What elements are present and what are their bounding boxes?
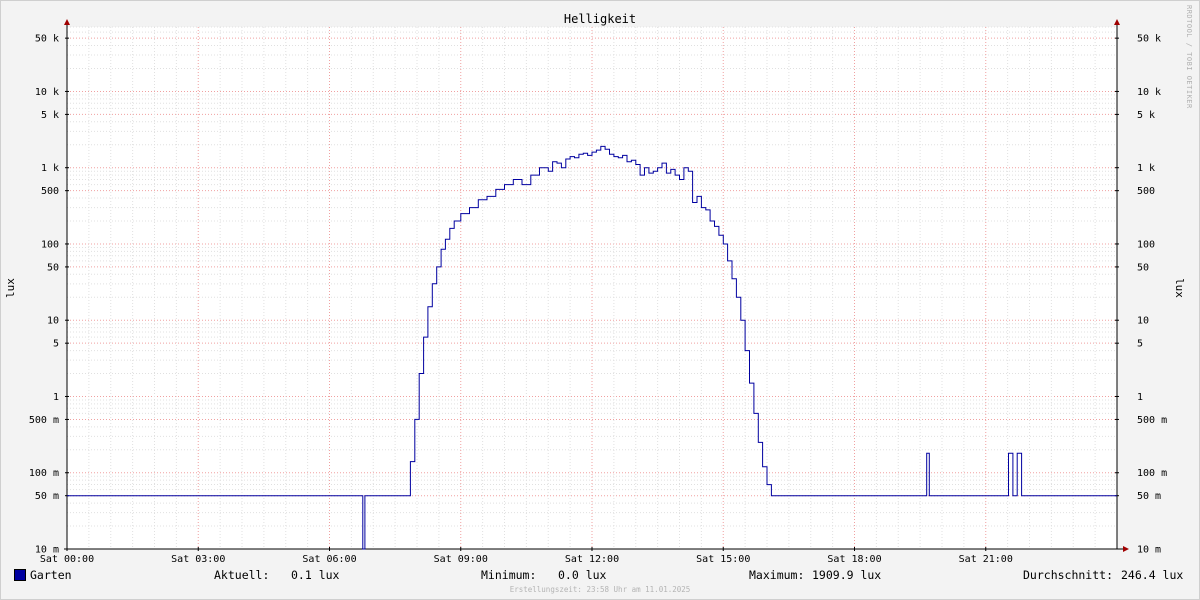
y-ticks-left: 50 k 10 k 5 k 1 k 500 100 50 10 5 1 500 m 100 m 50 m… — [29, 34, 69, 556]
y-tick-label-left: 500 m — [29, 415, 59, 426]
y-tick-label-right: 500 m — [1137, 415, 1167, 426]
y-tick-label-right: 100 m — [1137, 468, 1167, 479]
x-tick-label: Sat 18:00 — [827, 554, 881, 565]
x-ticks: Sat 00:00 Sat 03:00 Sat 06:00 Sat 09:00 Sat … — [40, 547, 1013, 565]
legend-durchschnitt-label: Durchschnitt: — [1023, 568, 1114, 582]
y-tick-label-left: 1 — [53, 392, 59, 403]
y-tick-label-right: 100 — [1137, 239, 1155, 250]
y-tick-label-right: 500 — [1137, 186, 1155, 197]
x-tick-label: Sat 15:00 — [696, 554, 750, 565]
legend-swatch — [14, 569, 26, 581]
y-tick-label-left: 100 — [41, 239, 59, 250]
x-tick-label: Sat 21:00 — [959, 554, 1013, 565]
y-tick-label-right: 50 k — [1137, 34, 1161, 45]
y-axis-label-right: lux — [1173, 278, 1186, 298]
y-tick-label-right: 1 — [1137, 392, 1143, 403]
legend-durchschnitt-value: 246.4 lux — [1121, 568, 1184, 582]
x-tick-label: Sat 00:00 — [40, 554, 94, 565]
y-axis-left-arrow — [64, 19, 70, 25]
x-axis-arrow — [1123, 546, 1129, 552]
legend-maximum-label: Maximum: — [749, 568, 805, 582]
x-tick-label: Sat 03:00 — [171, 554, 225, 565]
x-tick-label: Sat 09:00 — [434, 554, 488, 565]
y-tick-label-left: 5 — [53, 339, 59, 350]
chart-svg: 50 k 10 k 5 k 1 k 500 100 50 10 5 1 500 m 100 m 50 m… — [4, 5, 1193, 565]
chart-title: Helligkeit — [564, 12, 636, 26]
footer-timestamp: Erstellungszeit: 23:58 Uhr am 11.01.2025 — [509, 585, 691, 594]
y-tick-label-right: 50 — [1137, 262, 1149, 273]
y-tick-label-left: 50 — [47, 262, 59, 273]
y-axis-label-left: lux — [4, 278, 17, 298]
y-tick-label-right: 1 k — [1137, 163, 1155, 174]
y-tick-label-left: 5 k — [41, 110, 59, 121]
y-axis-right-arrow — [1114, 19, 1120, 25]
y-tick-label-left: 500 — [41, 186, 59, 197]
x-tick-label: Sat 12:00 — [565, 554, 619, 565]
legend-aktuell-label: Aktuell: — [214, 568, 270, 582]
y-tick-label-left: 10 k — [35, 87, 59, 98]
y-tick-label-left: 50 k — [35, 34, 59, 45]
legend-minimum-value: 0.0 lux — [558, 568, 607, 582]
y-ticks-right: 50 k 10 k 5 k 1 k 500 100 50 10 5 1 500 m 100 m 50 m… — [1115, 34, 1167, 556]
y-tick-label-left: 1 k — [41, 163, 59, 174]
legend-maximum-value: 1909.9 lux — [812, 568, 882, 582]
y-tick-label-right: 10 k — [1137, 87, 1161, 98]
legend-series-name: Garten — [30, 568, 72, 582]
y-tick-label-right: 10 — [1137, 316, 1149, 327]
y-tick-label-left: 10 — [47, 316, 59, 327]
side-credit-text: RRDTOOL / TOBI OETIKER — [1185, 5, 1193, 109]
y-tick-label-right: 10 m — [1137, 545, 1161, 556]
y-tick-label-right: 5 — [1137, 339, 1143, 350]
y-tick-label-left: 50 m — [35, 491, 59, 502]
y-tick-label-right: 50 m — [1137, 491, 1161, 502]
x-tick-label: Sat 06:00 — [302, 554, 356, 565]
y-tick-label-left: 100 m — [29, 468, 59, 479]
legend-minimum-label: Minimum: — [481, 568, 537, 582]
y-tick-label-right: 5 k — [1137, 110, 1155, 121]
legend-aktuell-value: 0.1 lux — [291, 568, 340, 582]
